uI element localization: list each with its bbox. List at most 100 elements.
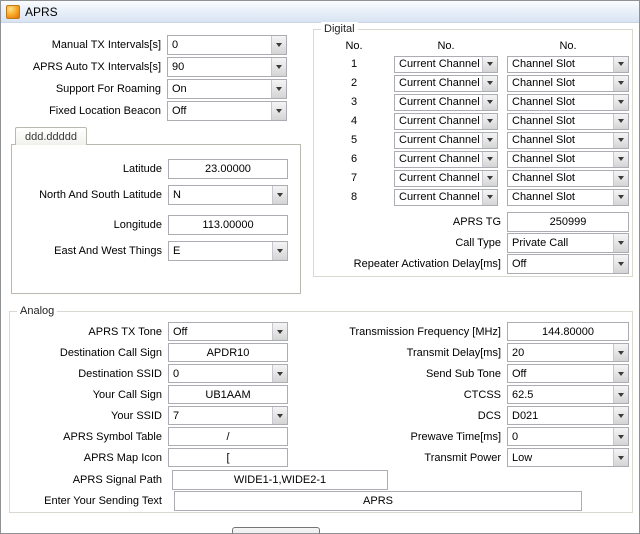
chevron-down-icon[interactable] bbox=[271, 80, 286, 98]
chevron-down-icon[interactable] bbox=[271, 36, 286, 54]
chevron-down-icon[interactable] bbox=[613, 344, 628, 361]
aprs-auto-tx-intervals-combo[interactable]: 90 bbox=[167, 57, 287, 77]
field-label: Send Sub Tone bbox=[210, 368, 507, 380]
ctcss-combo[interactable]: 62.5 bbox=[507, 385, 629, 404]
chevron-down-icon[interactable] bbox=[482, 133, 497, 148]
chevron-down-icon[interactable] bbox=[272, 242, 287, 260]
send-sub-tone-combo[interactable]: Off bbox=[507, 364, 629, 383]
combo-value: 0 bbox=[168, 39, 271, 51]
dialog-client-area: Manual TX Intervals[s] 0 APRS Auto TX In… bbox=[1, 23, 639, 533]
latitude-field[interactable]: 23.00000 bbox=[168, 159, 288, 179]
chevron-down-icon[interactable] bbox=[613, 171, 628, 186]
field-label: Support For Roaming bbox=[9, 83, 167, 95]
aprs-tg-field[interactable]: 250999 bbox=[507, 212, 629, 232]
chevron-down-icon[interactable] bbox=[482, 171, 497, 186]
field-label: Enter Your Sending Text bbox=[10, 495, 168, 507]
call-type-combo[interactable]: Private Call bbox=[507, 233, 629, 253]
chevron-down-icon[interactable] bbox=[613, 234, 628, 252]
prewave-time-combo[interactable]: 0 bbox=[507, 427, 629, 446]
combo-value: Channel Slot bbox=[508, 191, 613, 203]
transmission-frequency-field[interactable]: 144.80000 bbox=[507, 322, 629, 341]
field-row: Fixed Location Beacon Off bbox=[9, 101, 287, 121]
digital-channel-row: 8 Current Channel Channel Slot bbox=[314, 188, 632, 206]
channel-slot-combo[interactable]: Channel Slot bbox=[507, 132, 629, 149]
current-channel-combo[interactable]: Current Channel bbox=[394, 151, 498, 168]
field-label: DCS bbox=[210, 410, 507, 422]
aprs-signal-path-field[interactable]: WIDE1-1,WIDE2-1 bbox=[172, 470, 388, 490]
current-channel-combo[interactable]: Current Channel bbox=[394, 56, 498, 73]
channel-slot-combo[interactable]: Channel Slot bbox=[507, 56, 629, 73]
chevron-down-icon[interactable] bbox=[613, 114, 628, 129]
transmit-power-combo[interactable]: Low bbox=[507, 448, 629, 467]
combo-value: Private Call bbox=[508, 237, 613, 249]
chevron-down-icon[interactable] bbox=[482, 57, 497, 72]
current-channel-combo[interactable]: Current Channel bbox=[394, 189, 498, 206]
combo-value: Current Channel bbox=[395, 153, 482, 165]
chevron-down-icon[interactable] bbox=[613, 407, 628, 424]
channel-slot-combo[interactable]: Channel Slot bbox=[507, 94, 629, 111]
combo-value: 20 bbox=[508, 347, 613, 359]
field-row: Send Sub Tone Off bbox=[210, 364, 629, 383]
field-label: Latitude bbox=[12, 163, 168, 175]
channel-slot-combo[interactable]: Channel Slot bbox=[507, 75, 629, 92]
support-for-roaming-combo[interactable]: On bbox=[167, 79, 287, 99]
repeater-activation-delay-combo[interactable]: Off bbox=[507, 254, 629, 274]
fixed-location-beacon-combo[interactable]: Off bbox=[167, 101, 287, 121]
chevron-down-icon[interactable] bbox=[482, 114, 497, 129]
chevron-down-icon[interactable] bbox=[613, 386, 628, 403]
field-label: Your SSID bbox=[10, 410, 168, 422]
chevron-down-icon[interactable] bbox=[482, 190, 497, 205]
combo-value: Channel Slot bbox=[508, 58, 613, 70]
current-channel-combo[interactable]: Current Channel bbox=[394, 75, 498, 92]
chevron-down-icon[interactable] bbox=[482, 152, 497, 167]
manual-tx-intervals-combo[interactable]: 0 bbox=[167, 35, 287, 55]
chevron-down-icon[interactable] bbox=[613, 76, 628, 91]
chevron-down-icon[interactable] bbox=[613, 190, 628, 205]
combo-value: Current Channel bbox=[395, 77, 482, 89]
tab-ddd-ddddd[interactable]: ddd.ddddd bbox=[15, 127, 87, 145]
east-west-combo[interactable]: E bbox=[168, 241, 288, 261]
chevron-down-icon[interactable] bbox=[613, 95, 628, 110]
field-label: Call Type bbox=[314, 237, 507, 249]
titlebar[interactable]: APRS bbox=[1, 1, 639, 23]
sending-text-field[interactable]: APRS bbox=[174, 491, 582, 511]
channel-slot-combo[interactable]: Channel Slot bbox=[507, 189, 629, 206]
chevron-down-icon[interactable] bbox=[613, 428, 628, 445]
field-row: Support For Roaming On bbox=[9, 79, 287, 99]
digital-channel-list: 1 Current Channel Channel Slot 2 Current… bbox=[314, 55, 632, 207]
field-row: North And South Latitude N bbox=[12, 185, 288, 205]
field-label: APRS TG bbox=[314, 216, 507, 228]
combo-value: Off bbox=[508, 368, 613, 380]
chevron-down-icon[interactable] bbox=[613, 152, 628, 167]
combo-value: 62.5 bbox=[508, 389, 613, 401]
channel-slot-combo[interactable]: Channel Slot bbox=[507, 113, 629, 130]
current-channel-combo[interactable]: Current Channel bbox=[394, 132, 498, 149]
location-panel: Latitude 23.00000 North And South Latitu… bbox=[11, 144, 301, 294]
field-row: Transmission Frequency [MHz] 144.80000 bbox=[210, 322, 629, 341]
chevron-down-icon[interactable] bbox=[271, 102, 286, 120]
north-south-latitude-combo[interactable]: N bbox=[168, 185, 288, 205]
chevron-down-icon[interactable] bbox=[613, 449, 628, 466]
chevron-down-icon[interactable] bbox=[613, 133, 628, 148]
combo-value: Current Channel bbox=[395, 96, 482, 108]
chevron-down-icon[interactable] bbox=[482, 95, 497, 110]
chevron-down-icon[interactable] bbox=[272, 186, 287, 204]
longitude-field[interactable]: 113.00000 bbox=[168, 215, 288, 235]
chevron-down-icon[interactable] bbox=[271, 58, 286, 76]
current-channel-combo[interactable]: Current Channel bbox=[394, 170, 498, 187]
channel-slot-combo[interactable]: Channel Slot bbox=[507, 151, 629, 168]
chevron-down-icon[interactable] bbox=[482, 76, 497, 91]
chevron-down-icon[interactable] bbox=[613, 57, 628, 72]
transmit-delay-combo[interactable]: 20 bbox=[507, 343, 629, 362]
field-label: Repeater Activation Delay[ms] bbox=[314, 258, 507, 270]
dcs-combo[interactable]: D021 bbox=[507, 406, 629, 425]
field-label: APRS TX Tone bbox=[10, 326, 168, 338]
bottom-button-partial[interactable] bbox=[232, 527, 320, 534]
channel-slot-combo[interactable]: Channel Slot bbox=[507, 170, 629, 187]
current-channel-combo[interactable]: Current Channel bbox=[394, 94, 498, 111]
chevron-down-icon[interactable] bbox=[613, 365, 628, 382]
current-channel-combo[interactable]: Current Channel bbox=[394, 113, 498, 130]
channel-row-number: 1 bbox=[342, 58, 366, 70]
digital-extra-fields: APRS TG 250999 Call Type Private Call Re… bbox=[314, 212, 632, 275]
chevron-down-icon[interactable] bbox=[613, 255, 628, 273]
